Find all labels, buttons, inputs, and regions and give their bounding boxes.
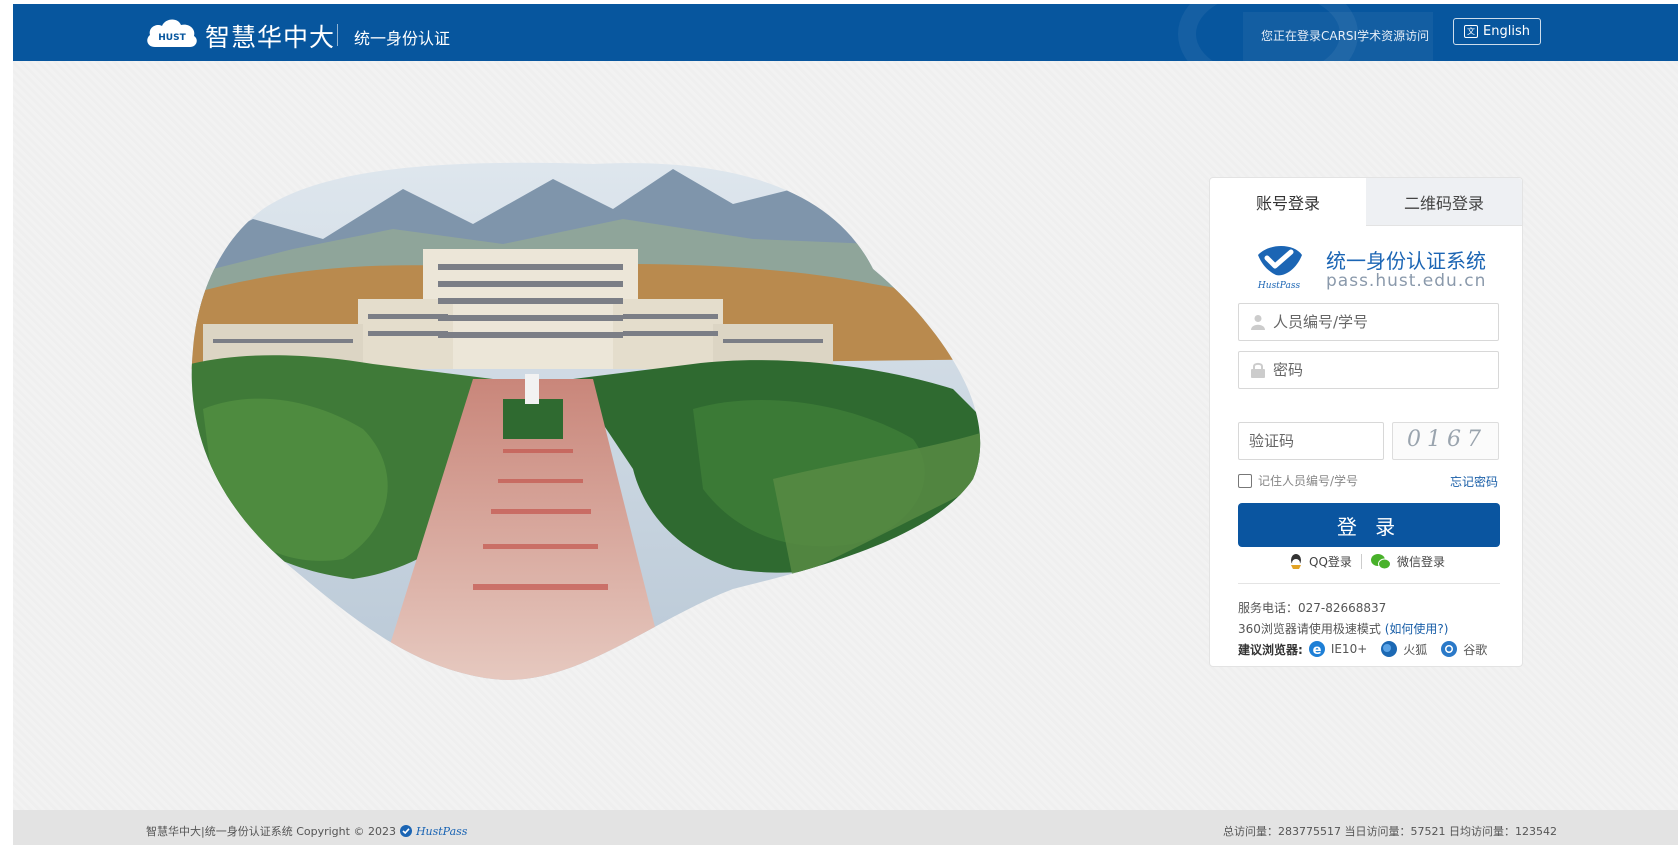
page-background: HUST 智慧华中大 统一身份认证 您正在登录CARSI学术资源访问 文 Eng… <box>13 4 1678 845</box>
qq-login-link[interactable]: QQ登录 <box>1289 553 1352 570</box>
site-title: 智慧华中大 <box>205 23 336 52</box>
hustpass-check-icon <box>399 825 412 837</box>
wechat-login-label: 微信登录 <box>1396 555 1445 569</box>
hust-cloud-logo-icon: HUST <box>147 19 197 47</box>
svg-text:e: e <box>1312 643 1321 658</box>
qq-icon <box>1291 553 1302 569</box>
social-login: QQ登录 微信登录 <box>1210 553 1524 570</box>
chrome-icon <box>1441 641 1458 657</box>
title-divider <box>337 24 338 46</box>
page: HUST 智慧华中大 统一身份认证 您正在登录CARSI学术资源访问 文 Eng… <box>0 0 1678 845</box>
speed-mode-note: 360浏览器请使用极速模式 <box>1238 622 1381 636</box>
language-label: English <box>1483 24 1530 39</box>
remember-checkbox[interactable] <box>1238 473 1252 488</box>
captcha-field[interactable] <box>1238 422 1443 460</box>
password-input[interactable] <box>1273 352 1498 388</box>
captcha-image[interactable]: 0167 <box>1392 422 1499 460</box>
translate-icon: 文 <box>1464 25 1479 38</box>
browser-chrome: 谷歌 <box>1463 642 1488 657</box>
remember-me: 记住人员编号/学号 <box>1238 472 1358 489</box>
social-divider <box>1360 554 1362 569</box>
lock-icon <box>1251 362 1265 378</box>
footer: 智慧华中大|统一身份认证系统 Copyright © 2023 HustPass… <box>13 810 1678 845</box>
captcha-text: 0167 <box>1407 427 1487 452</box>
login-button[interactable]: 登 录 <box>1238 503 1500 547</box>
username-field[interactable] <box>1238 303 1499 341</box>
wechat-icon <box>1370 553 1391 569</box>
username-input[interactable] <box>1273 304 1498 340</box>
hustpass-logo-icon: HustPass <box>1257 246 1302 290</box>
user-icon <box>1251 315 1265 330</box>
login-panel: 账号登录 二维码登录 HustPass 统一身份认证系统 pass.hust.e… <box>1209 177 1523 667</box>
top-header: HUST 智慧华中大 统一身份认证 您正在登录CARSI学术资源访问 文 Eng… <box>13 4 1678 61</box>
tab-qrcode-login[interactable]: 二维码登录 <box>1366 178 1522 226</box>
copyright: 智慧华中大|统一身份认证系统 Copyright © 2023 HustPass <box>146 823 467 839</box>
brand-block: HustPass 统一身份认证系统 pass.hust.edu.cn <box>1254 245 1494 295</box>
tab-account-login[interactable]: 账号登录 <box>1210 178 1366 226</box>
speed-mode-help-link[interactable]: (如何使用?) <box>1385 622 1449 636</box>
firefox-icon <box>1381 641 1398 657</box>
brand-name: 统一身份认证系统 <box>1326 249 1486 273</box>
svg-text:HUST: HUST <box>158 33 186 43</box>
wechat-login-link[interactable]: 微信登录 <box>1370 553 1445 570</box>
qq-login-label: QQ登录 <box>1309 555 1352 569</box>
ie-icon: e <box>1308 641 1325 658</box>
carsi-notice: 您正在登录CARSI学术资源访问 <box>1261 29 1430 43</box>
speed-mode-tip: 360浏览器请使用极速模式 (如何使用?) <box>1238 619 1448 640</box>
visit-stats: 总访问量：283775517 当日访问量：57521 日均访问量：123542 <box>1223 825 1557 838</box>
remember-label: 记住人员编号/学号 <box>1258 474 1359 488</box>
service-info: 服务电话：027-82668837 360浏览器请使用极速模式 (如何使用?) <box>1238 598 1448 640</box>
language-switch-button[interactable]: 文 English <box>1453 18 1541 45</box>
browser-firefox: 火狐 <box>1403 642 1428 657</box>
svg-text:HustPass: HustPass <box>1257 281 1301 290</box>
service-phone: 服务电话：027-82668837 <box>1238 601 1387 615</box>
divider <box>1238 583 1500 584</box>
login-tabs: 账号登录 二维码登录 <box>1210 178 1522 226</box>
site-subtitle: 统一身份认证 <box>354 29 451 48</box>
browser-ie: IE10+ <box>1330 642 1368 656</box>
password-field[interactable] <box>1238 351 1499 389</box>
forgot-password-link[interactable]: 忘记密码 <box>1450 473 1498 490</box>
copyright-text: 智慧华中大|统一身份认证系统 Copyright © 2023 <box>146 825 396 838</box>
browsers-label: 建议浏览器: <box>1238 642 1303 657</box>
campus-photo <box>191 162 981 680</box>
brand-url: pass.hust.edu.cn <box>1326 271 1487 291</box>
copyright-badge: HustPass <box>415 824 468 838</box>
recommended-browsers: 建议浏览器: e IE10+ 火狐 谷歌 <box>1238 640 1487 658</box>
